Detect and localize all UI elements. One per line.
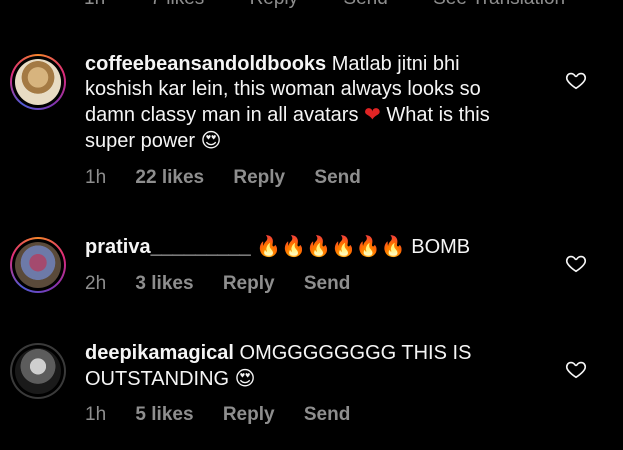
comment-text: prativa_________ 🔥🔥🔥🔥🔥🔥 BOMB: [85, 234, 555, 260]
comment-username[interactable]: coffeebeansandoldbooks: [85, 53, 326, 75]
comment-actions: 2h 3 likes Reply Send: [85, 273, 374, 295]
avatar-image: [15, 242, 61, 288]
reply-button[interactable]: Reply: [223, 273, 275, 294]
send-button[interactable]: Send: [304, 273, 350, 294]
avatar[interactable]: [10, 343, 66, 399]
previous-reply-button[interactable]: Reply: [250, 0, 299, 9]
comment-likes-count[interactable]: 22 likes: [135, 167, 204, 188]
comment-time: 2h: [85, 273, 107, 294]
previous-time: 1h: [84, 0, 105, 9]
previous-send-button[interactable]: Send: [343, 0, 387, 9]
send-button[interactable]: Send: [314, 167, 360, 188]
previous-likes[interactable]: 7 likes: [150, 0, 204, 9]
comment-text: coffeebeansandoldbooks Matlab jitni bhi …: [85, 52, 525, 154]
heart-eyes-emoji: 😍: [200, 128, 222, 152]
comment-likes-count[interactable]: 5 likes: [135, 404, 193, 425]
comment-time: 1h: [85, 404, 107, 425]
send-button[interactable]: Send: [304, 404, 350, 425]
previous-see-translation-button[interactable]: See Translation: [433, 0, 565, 9]
comment-likes-count[interactable]: 3 likes: [135, 273, 193, 294]
like-heart-icon[interactable]: [565, 252, 587, 274]
comment-body: BOMB: [411, 236, 471, 258]
avatar[interactable]: [10, 54, 66, 110]
reply-button[interactable]: Reply: [223, 404, 275, 425]
previous-comment-actions: 1h 7 likes Reply Send See Translation: [84, 0, 605, 10]
avatar-image: [15, 59, 61, 105]
comment-text: deepikamagical OMGGGGGGGG THIS IS OUTSTA…: [85, 341, 525, 392]
red-heart-emoji: ❤: [364, 102, 381, 126]
comment-actions: 1h 22 likes Reply Send: [85, 167, 385, 189]
comment-actions: 1h 5 likes Reply Send: [85, 404, 374, 426]
heart-eyes-emoji: 😍: [234, 366, 256, 390]
like-heart-icon[interactable]: [565, 69, 587, 91]
like-heart-icon[interactable]: [565, 358, 587, 380]
fire-emoji: 🔥🔥🔥🔥🔥🔥: [256, 234, 406, 258]
comment-time: 1h: [85, 167, 107, 188]
comment-username[interactable]: deepikamagical: [85, 342, 234, 364]
comment-username[interactable]: prativa_________: [85, 236, 251, 258]
avatar[interactable]: [10, 237, 66, 293]
reply-button[interactable]: Reply: [233, 167, 285, 188]
avatar-image: [15, 348, 61, 394]
